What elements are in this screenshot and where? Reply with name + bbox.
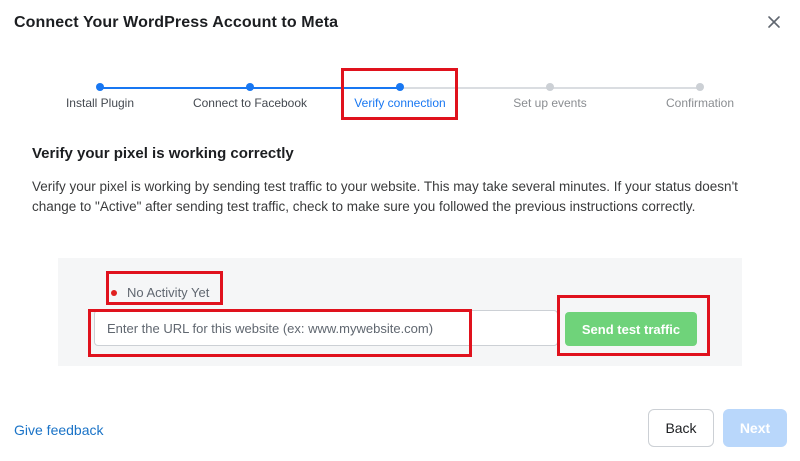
highlight-verify-connection — [341, 68, 458, 120]
step-dot-confirmation — [696, 83, 704, 91]
dialog-title: Connect Your WordPress Account to Meta — [14, 14, 339, 31]
step-label-install-plugin: Install Plugin — [65, 96, 135, 110]
back-button[interactable]: Back — [648, 409, 714, 447]
step-label-connect-facebook: Connect to Facebook — [192, 96, 308, 110]
section-heading: Verify your pixel is working correctly — [32, 145, 294, 162]
highlight-status — [106, 271, 223, 305]
step-dot-set-up-events — [546, 83, 554, 91]
step-label-set-up-events: Set up events — [513, 96, 587, 110]
highlight-url-input — [88, 309, 472, 357]
section-description: Verify your pixel is working by sending … — [32, 179, 738, 214]
highlight-send-button — [557, 295, 710, 356]
dialog-header: Connect Your WordPress Account to Meta — [0, 0, 800, 50]
step-dot-connect-facebook — [246, 83, 254, 91]
give-feedback-link[interactable]: Give feedback — [14, 422, 104, 438]
step-label-confirmation: Confirmation — [665, 96, 735, 110]
next-button[interactable]: Next — [723, 409, 787, 447]
close-icon[interactable] — [766, 14, 782, 30]
step-dot-install-plugin — [96, 83, 104, 91]
